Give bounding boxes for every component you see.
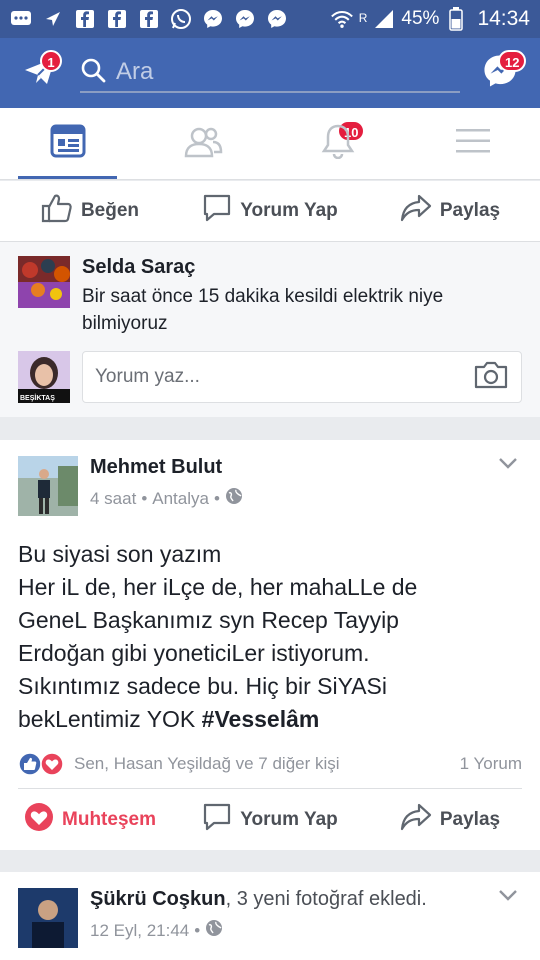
reactions-summary[interactable]: Sen, Hasan Yeşildağ ve 7 diğer kişi 1 Yo… xyxy=(0,736,540,788)
hamburger-menu-icon xyxy=(455,128,490,159)
messenger-icon xyxy=(202,8,224,30)
share-label: Paylaş xyxy=(439,200,501,221)
comment-input-box[interactable] xyxy=(82,351,522,403)
post-card-previous: Beğen Yorum Yap Paylaş Selda Saraç Bir s… xyxy=(0,181,540,417)
reaction-button[interactable]: Muhteşem xyxy=(0,802,180,838)
tab-news-feed[interactable] xyxy=(0,108,135,179)
post-author[interactable]: Şükrü Coşkun xyxy=(90,888,226,910)
post-header: Şükrü Coşkun, 3 yeni fotoğraf ekledi. 12… xyxy=(0,872,540,948)
facebook-top-bar: 1 12 xyxy=(0,38,540,108)
messenger-icon xyxy=(234,8,256,30)
share-label: Paylaş xyxy=(439,809,501,830)
avatar-frame-label: BEŞİKTAŞ xyxy=(20,395,55,402)
comment-label: Yorum Yap xyxy=(240,200,338,221)
hashtag-link[interactable]: #Vesselâm xyxy=(202,706,320,732)
post-action-bar: Beğen Yorum Yap Paylaş xyxy=(0,181,540,241)
location-arrow-icon xyxy=(42,8,64,30)
whatsapp-icon xyxy=(170,8,192,30)
post-time[interactable]: 4 saat xyxy=(90,489,136,509)
chevron-down-icon[interactable] xyxy=(498,888,518,907)
avatar[interactable] xyxy=(18,456,78,516)
comment-text: Bir saat önce 15 dakika kesildi elektrik… xyxy=(82,286,444,334)
clock: 14:34 xyxy=(477,7,530,30)
messenger-button[interactable]: 12 xyxy=(460,38,540,108)
comment-input[interactable] xyxy=(95,366,473,388)
messenger-badge: 12 xyxy=(498,50,527,72)
search-bar[interactable] xyxy=(80,38,460,108)
share-button[interactable]: Paylaş xyxy=(360,194,540,228)
facebook-icon xyxy=(106,8,128,30)
notifications-plane-button[interactable]: 1 xyxy=(0,38,80,108)
post-body-line: Erdoğan gibi yoneticiLer istiyorum. xyxy=(18,640,370,666)
post-body-line: GeneL Başkanımız syn Recep Tayyip xyxy=(18,607,399,633)
post-card: Mehmet Bulut 4 saat • Antalya • Bu siyas… xyxy=(0,440,540,850)
post-author[interactable]: Mehmet Bulut xyxy=(90,456,243,479)
friends-icon xyxy=(183,124,223,163)
network-type-label: R xyxy=(358,11,368,25)
post-meta: 12 Eyl, 21:44 • xyxy=(90,919,427,942)
globe-icon xyxy=(225,487,243,510)
chevron-down-icon[interactable] xyxy=(498,456,518,475)
news-feed-icon xyxy=(50,124,86,163)
avatar: BEŞİKTAŞ xyxy=(18,351,70,403)
comment-label: Yorum Yap xyxy=(240,809,338,830)
share-arrow-icon xyxy=(400,194,432,228)
post-meta: 4 saat • Antalya • xyxy=(90,487,243,510)
tab-menu[interactable] xyxy=(405,108,540,179)
facebook-icon xyxy=(138,8,160,30)
post-action-bar: Muhteşem Yorum Yap Paylaş xyxy=(0,789,540,851)
wifi-icon xyxy=(330,8,353,30)
comment-bubble-icon xyxy=(202,802,232,838)
post-body-line: Sıkıntımız sadece bu. Hiç bir SiYASi xyxy=(18,673,387,699)
post-location[interactable]: Antalya xyxy=(152,489,209,509)
write-comment-row: BEŞİKTAŞ xyxy=(0,343,540,419)
comments-section: Selda Saraç Bir saat önce 15 dakika kesi… xyxy=(0,241,540,417)
post-card: Şükrü Coşkun, 3 yeni fotoğraf ekledi. 12… xyxy=(0,872,540,960)
post-header: Mehmet Bulut 4 saat • Antalya • xyxy=(0,440,540,516)
share-button[interactable]: Paylaş xyxy=(360,803,540,837)
avatar[interactable] xyxy=(18,888,78,948)
comment-button[interactable]: Yorum Yap xyxy=(180,802,360,838)
avatar[interactable] xyxy=(18,256,70,308)
comment-author[interactable]: Selda Saraç xyxy=(82,256,522,279)
tab-notifications[interactable]: 48 xyxy=(270,108,405,179)
comment-bubble-icon xyxy=(202,193,232,229)
like-button[interactable]: Beğen xyxy=(0,193,180,229)
post-body: Bu siyasi son yazım Her iL de, her iLçe … xyxy=(0,516,540,736)
post-body-line: Her iL de, her iLçe de, her mahaLLe de xyxy=(18,574,418,600)
chat-dots-icon xyxy=(10,8,32,30)
messenger-icon xyxy=(266,8,288,30)
tab-friend-requests[interactable]: 10 xyxy=(135,108,366,179)
signal-icon xyxy=(373,8,395,30)
comments-count[interactable]: 1 Yorum xyxy=(460,754,522,774)
search-input[interactable] xyxy=(116,58,416,86)
facebook-app-screen: R 45% 14:34 1 Ara 12 10 Beğen Yorum Yap … xyxy=(0,0,540,960)
heart-icon xyxy=(24,802,54,838)
camera-icon[interactable] xyxy=(473,360,509,395)
like-label: Beğen xyxy=(80,200,140,221)
comment-item: Selda Saraç Bir saat önce 15 dakika kesi… xyxy=(0,242,540,343)
notification-badge: 1 xyxy=(40,50,62,72)
reaction-label: Muhteşem xyxy=(62,809,156,830)
reactions-text: Sen, Hasan Yeşildağ ve 7 diğer kişi xyxy=(74,754,340,773)
navigation-tabs: 10 48 xyxy=(0,108,540,180)
post-time[interactable]: 12 Eyl, 21:44 xyxy=(90,921,189,941)
share-arrow-icon xyxy=(400,803,432,837)
battery-percent: 45% xyxy=(401,8,440,29)
search-icon xyxy=(80,57,106,88)
thumbs-up-icon xyxy=(41,193,73,229)
bell-icon xyxy=(321,123,355,164)
post-action-text: , 3 yeni fotoğraf ekledi. xyxy=(225,888,427,910)
battery-icon xyxy=(445,7,467,31)
comment-button[interactable]: Yorum Yap xyxy=(180,193,360,229)
facebook-icon xyxy=(74,8,96,30)
status-bar: R 45% 14:34 xyxy=(0,0,540,38)
post-body-line: Bu siyasi son yazım xyxy=(18,541,222,567)
reaction-icons xyxy=(18,752,66,776)
post-body-line: bekLentimiz YOK xyxy=(18,706,202,732)
globe-icon xyxy=(205,919,223,942)
